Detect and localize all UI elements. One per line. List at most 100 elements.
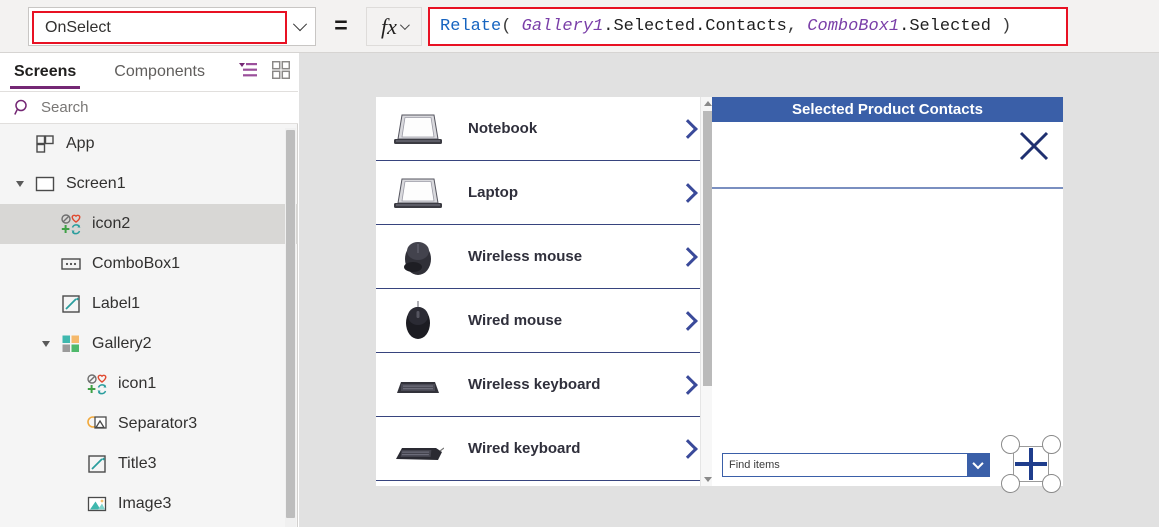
tree-item-label: Gallery2 (92, 335, 152, 352)
sidebar-view-toggles (238, 61, 290, 79)
chevron-down-icon (972, 457, 984, 470)
close-icon[interactable] (1017, 129, 1051, 163)
chevron-down-icon (292, 16, 308, 31)
chevron-right-icon[interactable] (678, 182, 698, 203)
chevron-right-icon[interactable] (678, 118, 698, 139)
tree-item-label: App (66, 135, 95, 152)
gallery-rows: Notebook Laptop Wireless mouse Wired mouse W… (376, 97, 713, 481)
tree-item-icon1[interactable]: icon1 (0, 364, 298, 404)
chevron-right-icon[interactable] (678, 374, 698, 395)
gallery-item[interactable]: Wireless mouse (376, 225, 713, 289)
tree-item-label: icon1 (118, 375, 157, 392)
formula-token: ( (501, 17, 522, 36)
formula-token: , (786, 17, 808, 36)
gallery-item[interactable]: Wired keyboard (376, 417, 713, 481)
resize-handle-top-left[interactable] (1001, 435, 1020, 454)
tree-item-label: Image3 (118, 495, 172, 512)
plus-icon-bar (1015, 462, 1047, 466)
product-title: Laptop (468, 184, 518, 201)
property-dropdown-chevron-icon[interactable] (285, 8, 315, 45)
screens-tree: App Screen1 icon2 ComboBox1 Label1 Gallery2 ic… (0, 124, 298, 527)
tab-components[interactable]: Components (110, 53, 209, 91)
contacts-combobox[interactable]: Find items (722, 453, 990, 477)
fx-icon: fx (381, 13, 397, 39)
product-image (392, 173, 444, 213)
tree-item-gallery2[interactable]: Gallery2 (0, 324, 298, 364)
chevron-expanded-icon (16, 181, 24, 187)
tree-item-combobox1[interactable]: ComboBox1 (0, 244, 298, 284)
formula-token: Gallery1 (521, 17, 604, 36)
gallery-scrollbar-thumb[interactable] (703, 111, 712, 386)
search-icon (14, 99, 27, 115)
product-title: Notebook (468, 120, 538, 137)
formula-token: Relate (440, 17, 502, 36)
tree-item-app[interactable]: App (0, 124, 298, 164)
sidebar-tabs: Screens Components (0, 53, 298, 91)
app-canvas: Notebook Laptop Wireless mouse Wired mouse W… (299, 53, 1159, 527)
fx-button[interactable]: fx (366, 7, 422, 46)
chevron-right-icon[interactable] (678, 246, 698, 267)
formula-token: .Selected (899, 17, 991, 36)
equals-sign: = (334, 12, 348, 38)
tree-item-title3[interactable]: Title3 (0, 444, 298, 484)
add-contact-icon-selected[interactable] (1001, 435, 1061, 493)
product-image (392, 429, 445, 469)
tree-item-label: icon2 (92, 215, 131, 232)
product-image (392, 365, 444, 405)
tab-screens[interactable]: Screens (10, 53, 81, 91)
expand-collapse-arrow-icon[interactable] (40, 340, 52, 348)
gallery-item[interactable]: Wireless keyboard (376, 353, 713, 417)
gallery-control[interactable]: Notebook Laptop Wireless mouse Wired mouse W… (376, 97, 713, 486)
tree-item-label: Label1 (92, 295, 141, 312)
relate-icon (87, 374, 107, 395)
formula-token: .Selected.Contacts (603, 17, 787, 36)
product-title: Wired mouse (468, 312, 563, 329)
tree-item-label: Title3 (118, 455, 157, 472)
formula-token: ComboBox1 (807, 17, 900, 36)
powerapps-studio: OnSelect = fx Relate( Gallery1.Selected.… (0, 0, 1159, 527)
tab-screens-label: Screens (14, 63, 77, 80)
chevron-right-icon[interactable] (678, 310, 698, 331)
expand-collapse-arrow-icon[interactable] (14, 180, 26, 188)
gallery-item[interactable]: Wired mouse (376, 289, 713, 353)
tree-item-label1[interactable]: Label1 (0, 284, 298, 324)
property-selector-value[interactable]: OnSelect (32, 11, 287, 44)
tree-item-image3[interactable]: Image3 (0, 484, 298, 524)
label-icon (88, 455, 106, 473)
resize-handle-top-right[interactable] (1042, 435, 1061, 454)
product-title: Wired keyboard (468, 440, 581, 457)
tab-components-label: Components (114, 63, 205, 80)
panel-divider (712, 187, 1063, 189)
search-box[interactable]: Search (0, 91, 298, 124)
formula-input[interactable]: Relate( Gallery1.Selected.Contacts, Comb… (428, 7, 1068, 46)
resize-handle-bottom-right[interactable] (1042, 474, 1061, 493)
tree-item-label: Separator3 (118, 415, 198, 432)
contacts-panel: Selected Product Contacts Find items (712, 97, 1063, 493)
tree-item-separator3[interactable]: Separator3 (0, 404, 298, 444)
image-icon (87, 496, 107, 512)
screen-icon (35, 176, 55, 192)
tree-item-label: Screen1 (66, 175, 126, 192)
product-image (392, 237, 444, 277)
relate-icon (61, 214, 81, 235)
gallery-item[interactable]: Laptop (376, 161, 713, 225)
tree-item-icon2[interactable]: icon2 (0, 204, 298, 244)
sidebar-scrollbar-thumb[interactable] (286, 130, 295, 518)
grid-view-icon[interactable] (272, 61, 290, 79)
combobox-dropdown-button[interactable] (967, 454, 989, 476)
scroll-up-arrow-icon[interactable] (704, 101, 712, 106)
app-icon (36, 135, 54, 153)
chevron-expanded-icon (42, 341, 50, 347)
tree-view-icon[interactable] (238, 61, 258, 79)
resize-handle-bottom-left[interactable] (1001, 474, 1020, 493)
sidebar-scrollbar[interactable] (285, 128, 296, 527)
product-image (392, 109, 444, 149)
property-selector[interactable]: OnSelect (28, 7, 316, 46)
scroll-down-arrow-icon[interactable] (704, 477, 712, 482)
gallery-item[interactable]: Notebook (376, 97, 713, 161)
combobox-icon (61, 258, 81, 270)
tree-item-screen1[interactable]: Screen1 (0, 164, 298, 204)
combobox-placeholder: Find items (729, 459, 780, 471)
formula-text: Relate( Gallery1.Selected.Contacts, Comb… (440, 17, 1011, 36)
chevron-right-icon[interactable] (678, 438, 698, 459)
